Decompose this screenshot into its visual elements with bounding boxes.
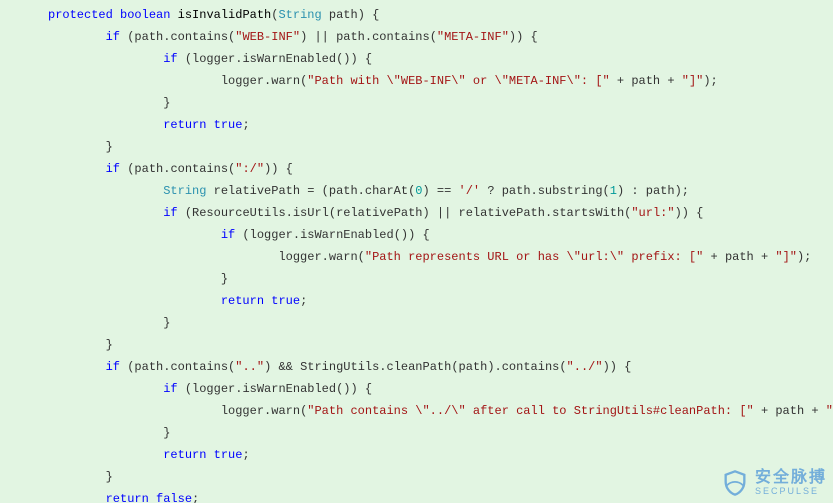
str-colonslash: ":/" bbox=[235, 162, 264, 176]
str-metainf: "META-INF" bbox=[437, 30, 509, 44]
str-webinf: "WEB-INF" bbox=[235, 30, 300, 44]
code-block: protected boolean isInvalidPath(String p… bbox=[0, 0, 833, 503]
method-name: isInvalidPath bbox=[178, 8, 272, 22]
str-warn1: "Path with \"WEB-INF\" or \"META-INF\": … bbox=[307, 74, 609, 88]
param-type: String bbox=[278, 8, 321, 22]
param-name: path bbox=[329, 8, 358, 22]
ty-string: String bbox=[163, 184, 206, 198]
kw-protected: protected bbox=[48, 8, 113, 22]
str-urlprefix: "url:" bbox=[631, 206, 674, 220]
str-warn2: "Path represents URL or has \"url:\" pre… bbox=[365, 250, 703, 264]
id-contains: contains bbox=[170, 30, 228, 44]
kw-boolean: boolean bbox=[120, 8, 170, 22]
str-warn3: "Path contains \"../\" after call to Str… bbox=[307, 404, 753, 418]
str-dotdot: ".." bbox=[235, 360, 264, 374]
kw-if: if bbox=[106, 30, 120, 44]
str-dotdotslash: "../" bbox=[567, 360, 603, 374]
